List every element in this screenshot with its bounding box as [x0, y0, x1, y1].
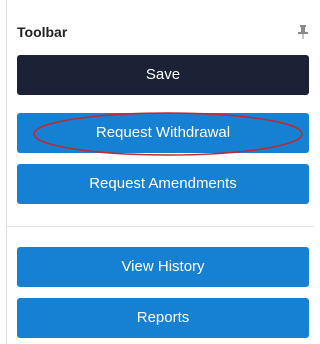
pin-icon[interactable]	[297, 25, 309, 39]
save-button[interactable]: Save	[17, 55, 309, 95]
toolbar-title: Toolbar	[17, 24, 68, 40]
divider	[7, 226, 314, 227]
reports-button[interactable]: Reports	[17, 298, 309, 338]
toolbar-header: Toolbar	[17, 24, 309, 44]
request-withdrawal-button[interactable]: Request Withdrawal	[17, 113, 309, 153]
request-amendments-button[interactable]: Request Amendments	[17, 164, 309, 204]
view-history-button[interactable]: View History	[17, 247, 309, 287]
toolbar-panel: Toolbar Save Request Withdrawal Request …	[6, 0, 314, 344]
